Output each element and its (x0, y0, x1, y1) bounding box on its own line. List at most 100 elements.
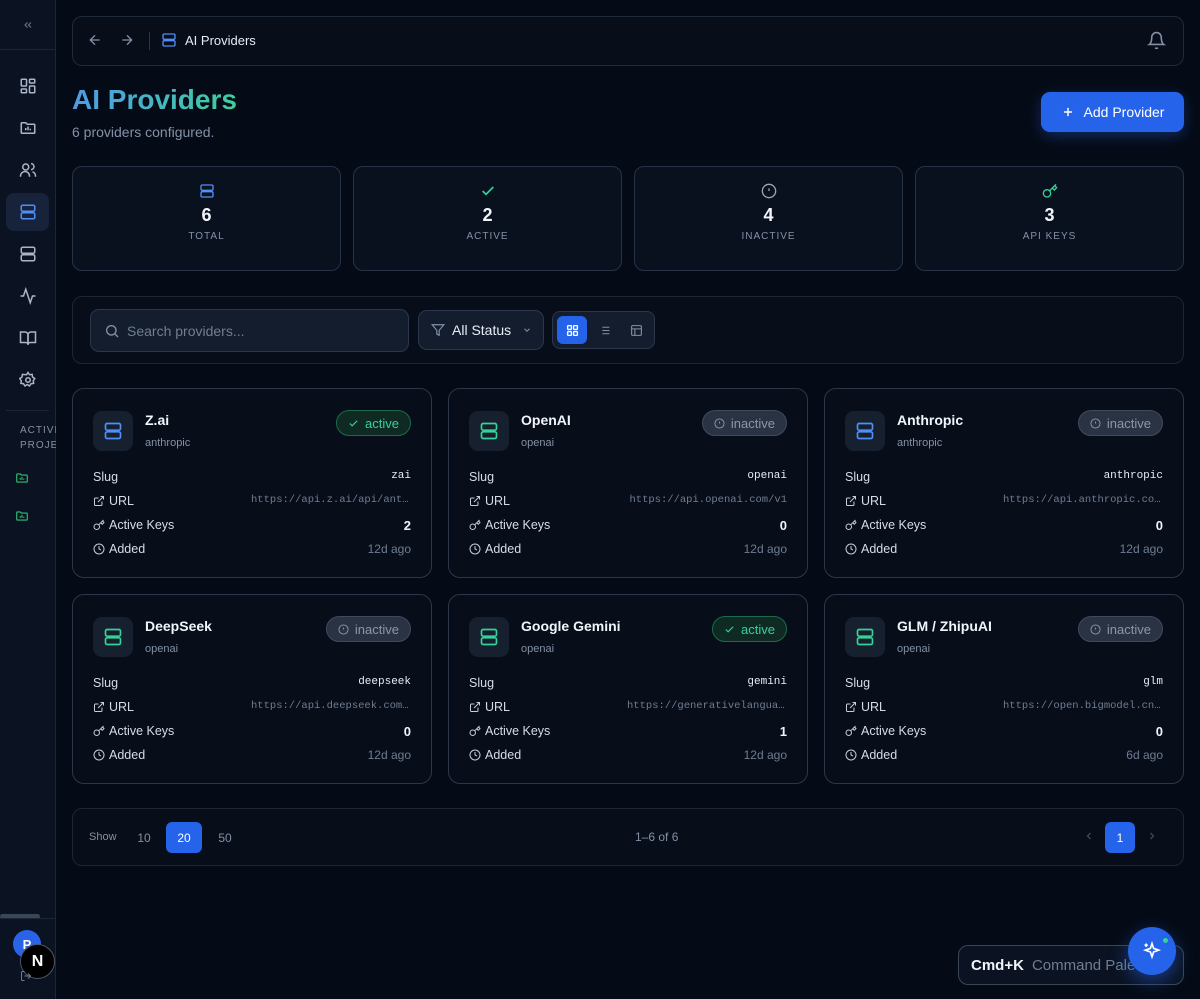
external-link-icon (845, 701, 857, 713)
added-label: Added (93, 748, 145, 762)
plus-icon (1063, 107, 1072, 117)
url-row: URL https://api.openai.com/v1 (469, 494, 787, 510)
folder-chart-icon (20, 122, 35, 134)
back-button[interactable] (87, 32, 105, 50)
database-icon (20, 246, 35, 262)
key-icon (1042, 183, 1058, 199)
grid-view-button[interactable] (557, 316, 587, 344)
external-link-icon (93, 495, 105, 507)
nav-users[interactable] (6, 151, 49, 189)
provider-card[interactable]: DeepSeek openai inactive Slug deepseek URL htt… (72, 594, 432, 784)
status-text: inactive (354, 621, 399, 637)
url-row: URL https://generativelanguage.googleapis… (469, 700, 787, 716)
provider-card[interactable]: Z.ai anthropic active Slug zai URL https://api… (72, 388, 432, 578)
folder-chart-icon (16, 473, 28, 483)
status-filter-select[interactable]: All Status (418, 310, 544, 350)
added-row: Added 6d ago (845, 748, 1163, 764)
page-size-option[interactable]: 20 (166, 822, 202, 853)
list-view-button[interactable] (589, 316, 619, 344)
server-icon (199, 183, 215, 199)
stat-card-api-keys: 3 API KEYS (915, 166, 1184, 271)
added-row: Added 12d ago (93, 542, 411, 558)
page-button[interactable]: 1 (1105, 822, 1135, 853)
status-filter-value: All Status (452, 322, 512, 338)
status-badge: inactive (1077, 410, 1163, 436)
url-value[interactable]: https://api.anthropic.com/v1 (1003, 494, 1163, 506)
collapse-sidebar-button[interactable] (0, 0, 55, 50)
add-provider-label: Add Provider (1083, 104, 1165, 120)
external-link-icon (469, 495, 481, 507)
url-value[interactable]: https://api.z.ai/api/anthropic (251, 494, 411, 506)
next-page-button[interactable] (1146, 830, 1158, 842)
added-row: Added 12d ago (469, 542, 787, 558)
keys-row: Active Keys 0 (845, 518, 1163, 534)
stat-card-inactive: 4 INACTIVE (634, 166, 903, 271)
nav-activity[interactable] (6, 277, 49, 315)
status-badge: inactive (701, 410, 787, 436)
nav-settings[interactable] (6, 361, 49, 399)
provider-card[interactable]: Google Gemini openai active Slug gemini URL ht… (448, 594, 808, 784)
notifications-button[interactable] (1147, 31, 1167, 51)
nav-projects[interactable] (6, 109, 49, 147)
add-provider-button[interactable]: Add Provider (1041, 92, 1184, 132)
previous-page-button[interactable] (1083, 830, 1095, 842)
sidebar-footer-divider (0, 918, 55, 919)
url-value[interactable]: https://api.openai.com/v1 (629, 494, 787, 506)
url-value[interactable]: https://api.deepseek.com/v1 (251, 700, 411, 712)
project-link-1[interactable] (15, 471, 31, 487)
stat-card-total: 6 TOTAL (72, 166, 341, 271)
chevrons-left-icon (23, 21, 31, 28)
server-icon (20, 204, 35, 220)
keys-label: Active Keys (469, 724, 550, 738)
logout-icon[interactable] (20, 970, 34, 984)
nav-docs[interactable] (6, 319, 49, 357)
sparkles-icon (1142, 941, 1162, 960)
alert-circle-icon (761, 183, 777, 199)
url-value[interactable]: https://open.bigmodel.cn/api (1003, 700, 1163, 712)
nav-ai-providers[interactable] (6, 193, 49, 231)
slug-label: Slug (469, 676, 495, 690)
provider-type: openai (521, 437, 555, 449)
stat-value: 3 (1044, 205, 1055, 225)
url-label: URL (845, 494, 886, 508)
provider-name: OpenAI (521, 412, 571, 428)
page-size-option[interactable]: 10 (126, 822, 162, 853)
slug-value: anthropic (1103, 470, 1163, 482)
external-link-icon (845, 495, 857, 507)
filter-icon (431, 324, 445, 337)
alert-circle-icon (714, 417, 725, 429)
nav-servers[interactable] (6, 235, 49, 273)
provider-card[interactable]: Anthropic anthropic inactive Slug anthropic U… (824, 388, 1184, 578)
search-box (90, 309, 409, 352)
breadcrumb[interactable]: AI Providers (185, 33, 256, 48)
external-link-icon (93, 701, 105, 713)
provider-name: GLM / ZhipuAI (897, 618, 992, 634)
alert-circle-icon (1090, 417, 1101, 429)
ai-assistant-button[interactable] (1128, 927, 1176, 975)
url-row: URL https://api.deepseek.com/v1 (93, 700, 411, 716)
page-title: AI Providers (72, 84, 237, 115)
nav-dashboard[interactable] (6, 67, 49, 105)
forward-button[interactable] (119, 32, 137, 50)
filter-bar: All Status (72, 296, 1184, 364)
url-label-text: URL (109, 494, 135, 508)
project-link-2[interactable] (15, 509, 31, 525)
stat-label: API KEYS (1022, 231, 1077, 242)
page-size-label: Show (89, 831, 117, 843)
slug-row: Slug gemini (469, 676, 787, 692)
page-size-option[interactable]: 50 (207, 822, 243, 853)
slug-row: Slug anthropic (845, 470, 1163, 486)
url-value[interactable]: https://generativelanguage.googleapis.co… (627, 700, 787, 712)
added-label: Added (845, 542, 897, 556)
sidebar-divider (6, 410, 49, 411)
status-text: inactive (730, 415, 775, 431)
url-label-text: URL (861, 700, 887, 714)
provider-card[interactable]: OpenAI openai inactive Slug openai URL https:/… (448, 388, 808, 578)
added-label: Added (845, 748, 897, 762)
alert-circle-icon (338, 623, 349, 635)
status-badge: inactive (325, 616, 411, 642)
table-view-button[interactable] (621, 316, 651, 344)
provider-card[interactable]: GLM / ZhipuAI openai inactive Slug glm URL htt… (824, 594, 1184, 784)
keys-label: Active Keys (93, 518, 174, 532)
search-input[interactable] (127, 310, 402, 351)
